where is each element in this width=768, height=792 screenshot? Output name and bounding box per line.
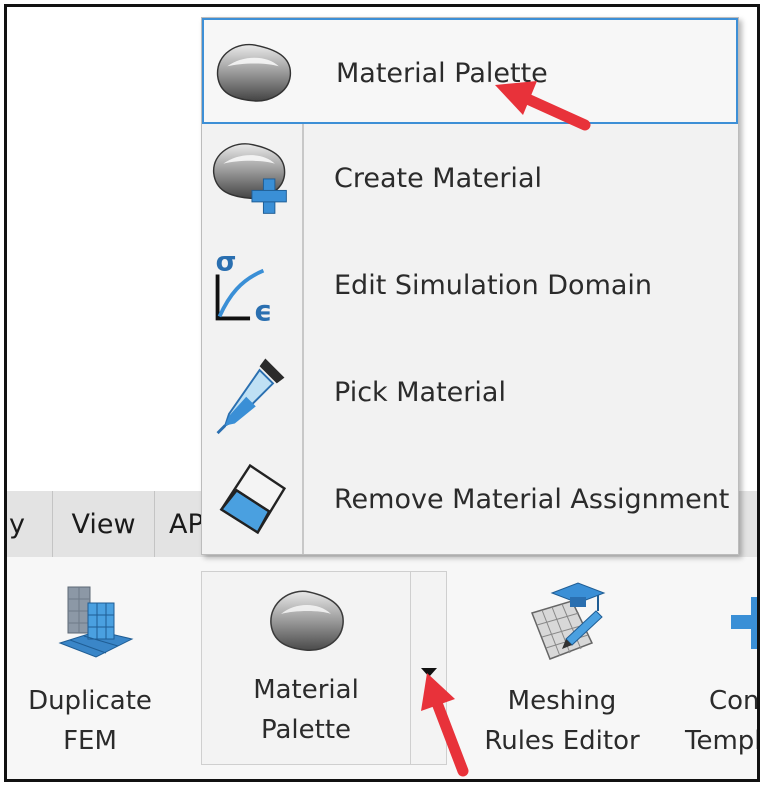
meshing-rules-editor-button[interactable]: Meshing Rules Editor: [477, 573, 647, 761]
svg-text:ϵ: ϵ: [254, 293, 272, 327]
material-palette-icon: [270, 590, 344, 651]
duplicate-fem-label-1: Duplicate: [28, 686, 152, 716]
eyedropper-icon: [216, 358, 285, 435]
partial-ribbon-button[interactable]: Con Templ: [679, 573, 760, 761]
menu-item-create-material[interactable]: Create Material: [202, 125, 738, 231]
material-palette-dropdown-button[interactable]: [411, 572, 446, 764]
menu-item-pick-material[interactable]: Pick Material: [202, 339, 738, 445]
create-material-icon: [213, 143, 287, 214]
chevron-down-icon: [421, 668, 437, 677]
tab-label: View: [71, 508, 136, 540]
menu-item-label: Create Material: [334, 162, 542, 194]
ribbon-toolbar: Duplicate FEM Material Palette Meshing R…: [7, 557, 757, 779]
material-palette-icon: [216, 43, 291, 102]
stress-strain-icon: σ ϵ: [216, 247, 273, 328]
duplicate-fem-label-2: FEM: [63, 726, 117, 756]
material-dropdown-menu: Material Palette Create Material σ ϵ Edi…: [201, 17, 739, 555]
tab-display[interactable]: y: [7, 491, 53, 557]
duplicate-fem-button[interactable]: Duplicate FEM: [15, 573, 165, 761]
menu-item-remove-material-assignment[interactable]: Remove Material Assignment: [202, 446, 738, 552]
tab-label: y: [9, 508, 25, 540]
screenshot-frame: y View AP Duplicate FEM Material Palette…: [4, 4, 760, 782]
material-palette-label-2: Palette: [260, 715, 352, 745]
partial-ribbon-label-1: Con: [709, 686, 760, 716]
tab-label: AP: [169, 508, 204, 540]
menu-item-label: Edit Simulation Domain: [334, 269, 653, 301]
meshing-rules-editor-icon: [531, 582, 606, 660]
menu-item-label: Material Palette: [336, 57, 548, 89]
menu-item-label: Remove Material Assignment: [334, 483, 730, 515]
material-palette-split-button: Material Palette: [201, 571, 447, 765]
partial-ribbon-label-2: Templ: [685, 726, 760, 756]
duplicate-fem-icon: [58, 586, 134, 658]
tab-view[interactable]: View: [53, 491, 155, 557]
partial-plus-icon: [731, 597, 757, 649]
meshing-rules-editor-label-1: Meshing: [507, 686, 617, 716]
eraser-icon: [219, 463, 287, 535]
material-palette-label-1: Material: [253, 675, 359, 705]
svg-text:σ: σ: [216, 247, 237, 278]
menu-item-material-palette[interactable]: Material Palette: [202, 18, 738, 124]
menu-item-label: Pick Material: [334, 376, 506, 408]
menu-item-edit-simulation-domain[interactable]: σ ϵ Edit Simulation Domain: [202, 232, 738, 338]
material-palette-button[interactable]: Material Palette: [202, 580, 410, 750]
meshing-rules-editor-label-2: Rules Editor: [484, 726, 640, 756]
